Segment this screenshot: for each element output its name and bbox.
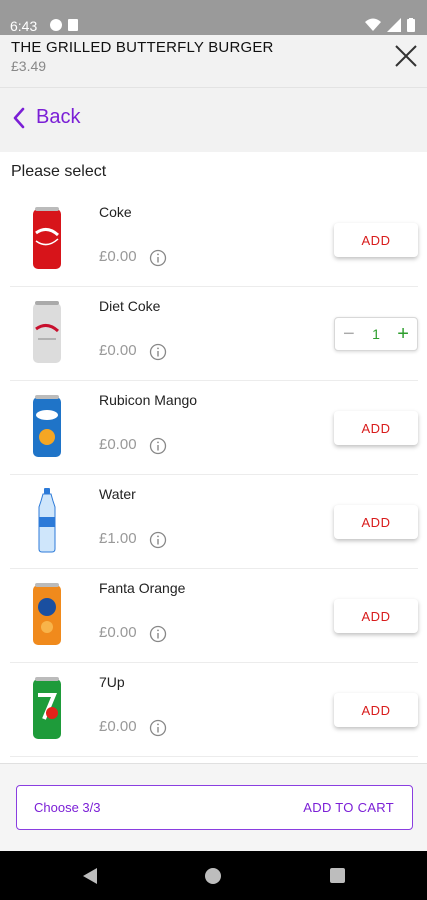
product-price: £0.00	[99, 342, 137, 359]
system-nav-bar	[0, 851, 427, 900]
info-icon[interactable]	[149, 437, 167, 455]
footer: Choose 3/3 ADD TO CART	[0, 763, 427, 851]
info-icon[interactable]	[149, 249, 167, 267]
product-price: £0.00	[99, 718, 137, 735]
item-title: THE GRILLED BUTTERFLY BURGER	[11, 39, 274, 56]
product-row: Rubicon Mango £0.00 ADD	[10, 381, 418, 475]
info-icon[interactable]	[149, 719, 167, 737]
product-price: £0.00	[99, 436, 137, 453]
product-list: Coke £0.00 ADD Diet Coke £0.00 − 1 + Rub…	[0, 193, 427, 757]
back-bar: Back	[0, 87, 427, 152]
7up-can-icon	[33, 677, 61, 739]
product-name: Rubicon Mango	[99, 392, 198, 408]
notification-icons	[50, 19, 78, 31]
quantity-stepper: − 1 +	[334, 317, 418, 351]
decrement-button[interactable]: −	[343, 324, 355, 344]
product-row: Diet Coke £0.00 − 1 +	[10, 287, 418, 381]
rubicon-mango-can-icon	[33, 395, 61, 457]
item-price: £3.49	[11, 58, 47, 74]
product-name: Diet Coke	[99, 298, 161, 314]
add-button[interactable]: ADD	[334, 693, 418, 727]
nav-back-icon[interactable]	[82, 867, 98, 885]
selection-prompt: Please select	[11, 163, 107, 180]
product-price: £0.00	[99, 248, 137, 265]
nav-recents-icon[interactable]	[330, 868, 345, 883]
add-button[interactable]: ADD	[334, 505, 418, 539]
info-icon[interactable]	[149, 531, 167, 549]
battery-icon	[407, 18, 415, 32]
add-to-cart-label: ADD TO CART	[303, 800, 394, 815]
add-to-cart-button[interactable]: Choose 3/3 ADD TO CART	[16, 785, 413, 830]
product-name: Water	[99, 486, 136, 502]
quantity-value: 1	[372, 326, 380, 342]
info-icon[interactable]	[149, 625, 167, 643]
nav-home-icon[interactable]	[205, 868, 221, 884]
wifi-icon	[365, 18, 381, 31]
status-time: 6:43	[10, 18, 38, 34]
back-button[interactable]: Back	[12, 106, 80, 129]
sd-card-icon	[68, 19, 78, 31]
product-price: £0.00	[99, 624, 137, 641]
product-name: Coke	[99, 204, 132, 220]
back-label: Back	[36, 106, 81, 128]
fanta-orange-can-icon	[33, 583, 61, 645]
product-row: Water £1.00 ADD	[10, 475, 418, 569]
water-bottle-icon	[38, 488, 56, 553]
app-notification-icon	[50, 19, 62, 31]
chevron-left-icon	[13, 107, 25, 128]
product-row: Fanta Orange £0.00 ADD	[10, 569, 418, 663]
cell-signal-icon	[387, 18, 401, 32]
diet-coke-can-icon	[33, 301, 61, 363]
system-icons	[365, 18, 415, 32]
product-row: Coke £0.00 ADD	[10, 193, 418, 287]
choose-count: Choose 3/3	[34, 800, 101, 815]
add-button[interactable]: ADD	[334, 411, 418, 445]
product-name: 7Up	[99, 674, 125, 690]
add-button[interactable]: ADD	[334, 223, 418, 257]
close-icon[interactable]	[393, 43, 419, 69]
add-button[interactable]: ADD	[334, 599, 418, 633]
coke-can-icon	[33, 207, 61, 269]
item-header: THE GRILLED BUTTERFLY BURGER £3.49	[0, 35, 427, 87]
product-price: £1.00	[99, 530, 137, 547]
product-row: 7Up £0.00 ADD	[10, 663, 418, 757]
info-icon[interactable]	[149, 343, 167, 361]
increment-button[interactable]: +	[397, 324, 409, 344]
product-name: Fanta Orange	[99, 580, 186, 596]
